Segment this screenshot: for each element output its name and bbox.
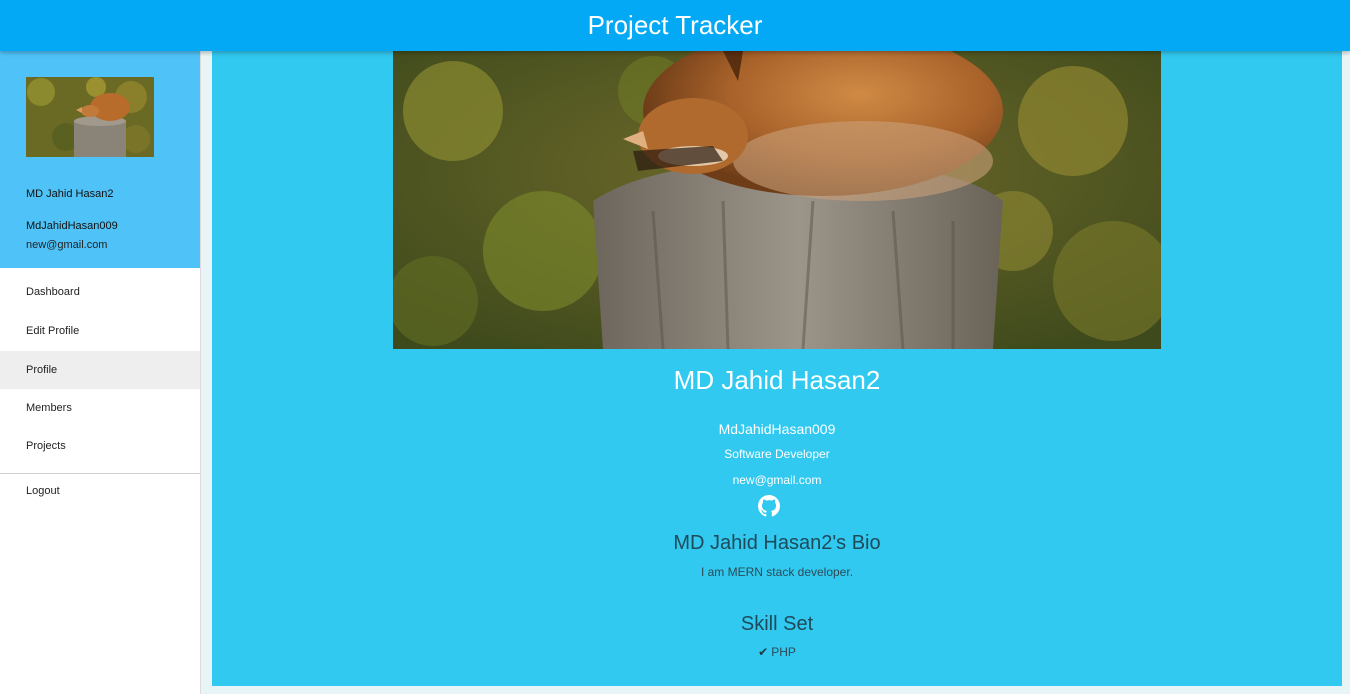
sidebar-email: new@gmail.com: [26, 239, 108, 251]
app-header: Project Tracker: [0, 0, 1350, 51]
sidebar-username: MdJahidHasan009: [26, 220, 118, 232]
profile-name: MD Jahid Hasan2: [673, 365, 881, 395]
cover-image: [393, 51, 1161, 349]
app-title: Project Tracker: [587, 10, 763, 40]
sidebar-item-profile[interactable]: Profile: [0, 351, 200, 389]
sidebar-item-projects[interactable]: Projects: [0, 427, 200, 465]
sidebar-item-members[interactable]: Members: [0, 389, 200, 427]
skill-item: ✔ PHP: [212, 645, 1342, 659]
github-icon[interactable]: [758, 495, 780, 517]
bio-text: I am MERN stack developer.: [700, 565, 854, 579]
sidebar-item-dashboard[interactable]: Dashboard: [0, 273, 200, 311]
sidebar-name: MD Jahid Hasan2: [26, 188, 114, 200]
bio-heading: MD Jahid Hasan2's Bio: [673, 532, 881, 554]
sidebar-item-logout[interactable]: Logout: [0, 472, 200, 510]
sidebar-item-edit-profile[interactable]: Edit Profile: [0, 312, 200, 350]
sidebar-profile-card: MD Jahid Hasan2 MdJahidHasan009 new@gmai…: [0, 51, 200, 268]
sidebar: MD Jahid Hasan2 MdJahidHasan009 new@gmai…: [0, 51, 201, 694]
profile-main: MD Jahid Hasan2 MdJahidHasan009 Software…: [212, 51, 1342, 686]
skill-label: PHP: [771, 645, 796, 659]
profile-username: MdJahidHasan009: [718, 421, 836, 437]
profile-email: new@gmail.com: [732, 473, 822, 487]
skills-heading: Skill Set: [740, 613, 814, 635]
check-icon: ✔: [758, 645, 769, 659]
profile-job-title: Software Developer: [724, 447, 830, 461]
avatar: [26, 77, 154, 157]
